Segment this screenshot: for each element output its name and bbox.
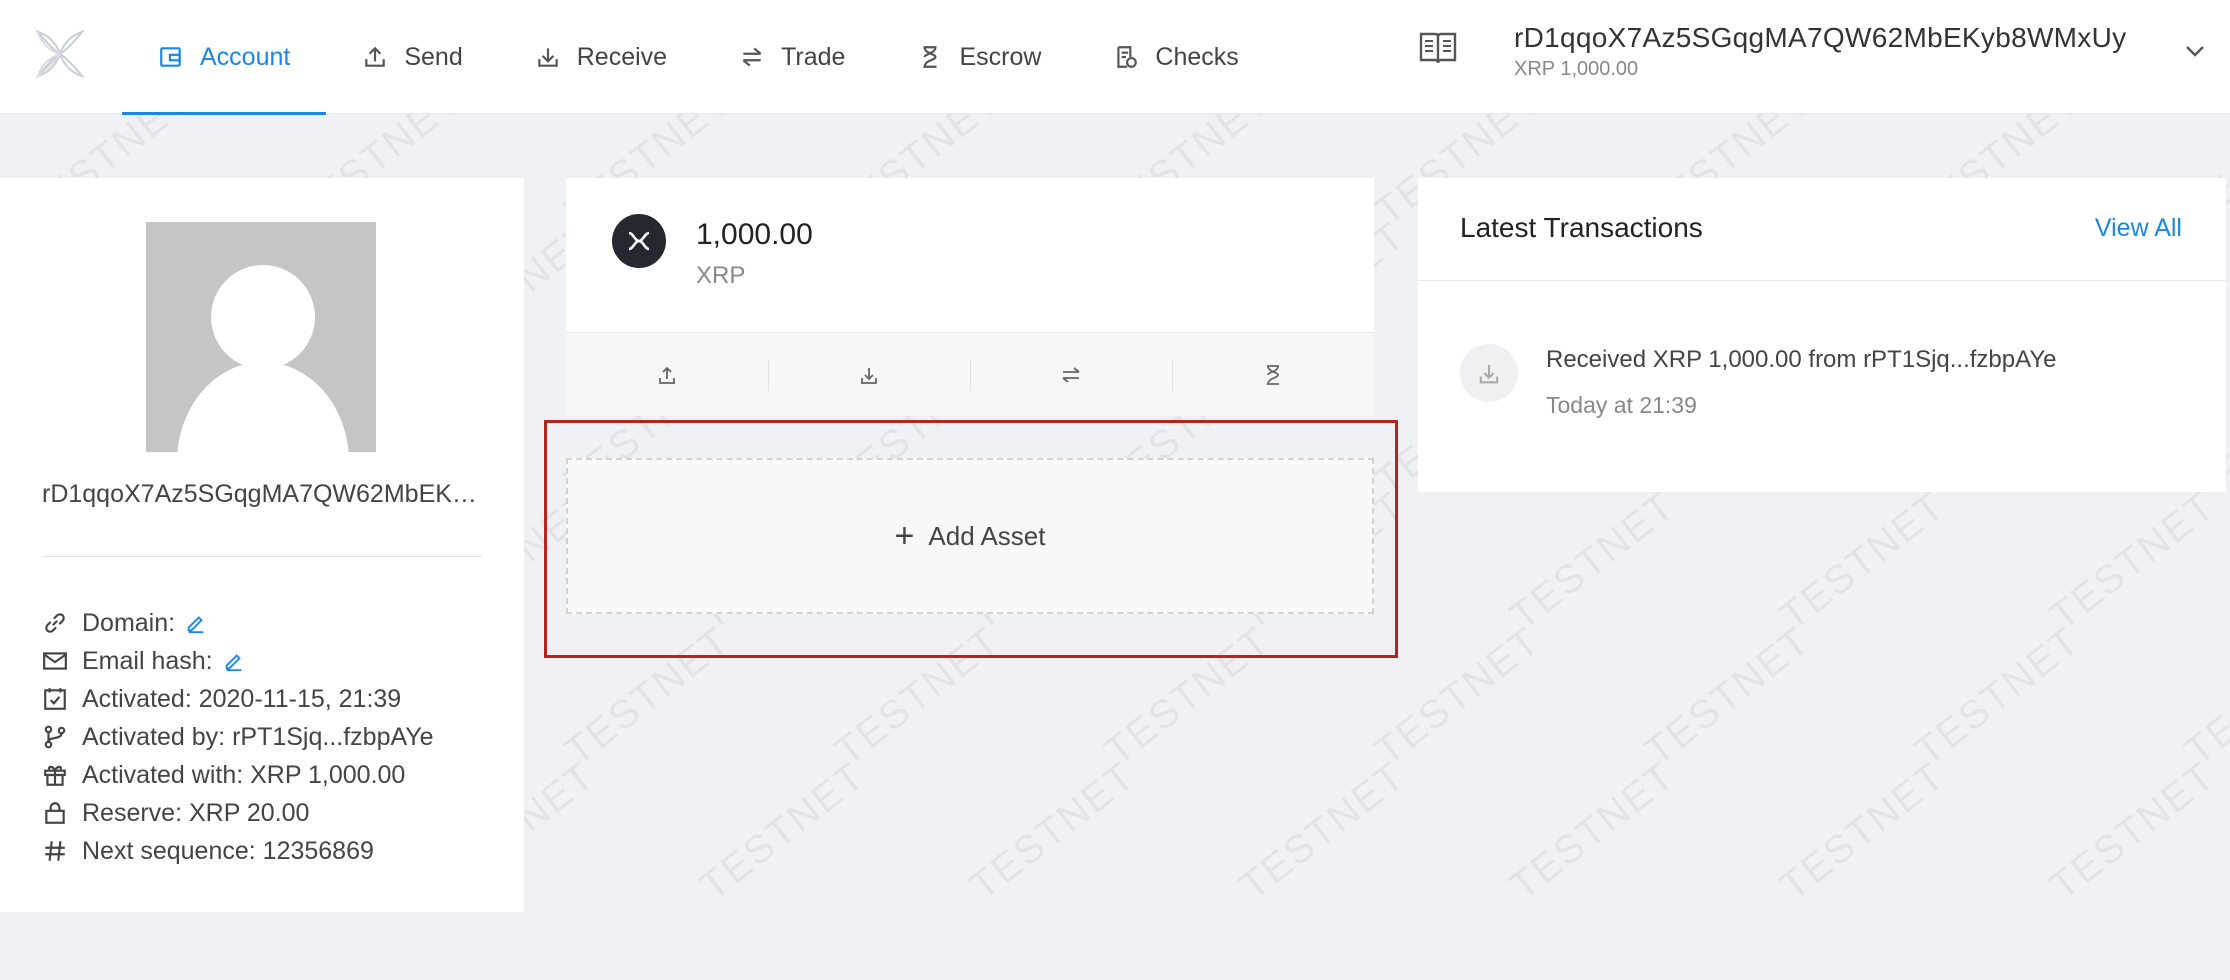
nav-account[interactable]: Account (122, 0, 327, 115)
info-activated-text: Activated: 2020-11-15, 21:39 (82, 684, 402, 713)
watermark-text: TESTNET (1501, 753, 1684, 909)
transaction-description: Received XRP 1,000.00 from rPT1Sjq...fzb… (1546, 346, 2057, 373)
watermark-text: TESTNET (1231, 753, 1414, 909)
nav-escrow-label: Escrow (959, 42, 1042, 71)
watermark-text: TESTNET (2176, 618, 2230, 774)
view-all-link[interactable]: View All (2095, 214, 2182, 243)
watermark-text: TESTNET (1501, 483, 1684, 639)
transaction-row[interactable]: Received XRP 1,000.00 from rPT1Sjq...fzb… (1460, 344, 2184, 424)
watermark-text: TESTNET (961, 753, 1144, 909)
nav-checks-label: Checks (1155, 42, 1239, 71)
upload-icon (362, 44, 388, 70)
info-reserve: Reserve: XRP 20.00 (42, 794, 434, 832)
asset-trade-button[interactable] (970, 333, 1172, 417)
xrp-logo-icon (612, 214, 666, 268)
calendar-check-icon (42, 686, 68, 712)
swap-icon (739, 44, 765, 70)
account-balance: XRP 1,000.00 (1514, 58, 1639, 80)
download-icon (535, 44, 561, 70)
info-activated-with: Activated with: XRP 1,000.00 (42, 756, 434, 794)
info-next-sequence-text: Next sequence: 12356869 (82, 836, 374, 865)
transaction-time: Today at 21:39 (1546, 392, 1697, 418)
lock-icon (42, 800, 68, 826)
check-document-icon (1113, 44, 1139, 70)
account-info-list: Domain: Email hash: Activated: 2020-11-1… (42, 604, 434, 870)
hash-icon (42, 838, 68, 864)
edit-email-hash-icon[interactable] (223, 650, 245, 672)
watermark-text: TESTNET (1771, 483, 1954, 639)
hourglass-icon (1261, 363, 1285, 387)
info-next-sequence: Next sequence: 12356869 (42, 832, 434, 870)
info-activated-by-text[interactable]: Activated by: rPT1Sjq...fzbpAYe (82, 723, 434, 752)
transactions-title: Latest Transactions (1460, 212, 1703, 243)
info-domain-label: Domain: (82, 608, 176, 637)
nav-receive-label: Receive (576, 42, 668, 71)
profile-address: rD1qqoX7Az5SGqgMA7QW62MbEKyb8WMxUy (42, 480, 482, 508)
watermark-text: TESTNET (1906, 618, 2089, 774)
asset-amount: 1,000.00 (696, 218, 813, 251)
asset-actions (566, 332, 1374, 416)
watermark-text: TESTNET (1636, 618, 1819, 774)
wallet-icon (158, 44, 184, 70)
nav-receive[interactable]: Receive (499, 0, 703, 114)
add-asset-label: Add Asset (928, 520, 1046, 551)
nav-trade[interactable]: Trade (703, 0, 881, 114)
watermark-text: TESTNET (1771, 753, 1954, 909)
upload-icon (655, 363, 679, 387)
watermark-text: TESTNET (691, 753, 874, 909)
download-icon (857, 363, 881, 387)
asset-send-button[interactable] (566, 333, 768, 417)
add-asset-button[interactable]: + Add Asset (566, 458, 1374, 614)
info-domain: Domain: (42, 604, 434, 642)
link-icon (42, 610, 68, 636)
info-email-hash-label: Email hash: (82, 646, 213, 675)
latest-transactions-card: Latest Transactions View All Received XR… (1418, 178, 2226, 492)
app-logo[interactable] (32, 26, 88, 82)
info-activated-with-text: Activated with: XRP 1,000.00 (82, 760, 406, 789)
swap-icon (1059, 363, 1083, 387)
account-selector[interactable]: rD1qqoX7Az5SGqgMA7QW62MbEKyb8WMxUy XRP 1… (1514, 22, 2126, 81)
address-book-icon[interactable] (1418, 30, 1458, 66)
gift-icon (42, 762, 68, 788)
info-reserve-text: Reserve: XRP 20.00 (82, 798, 310, 827)
main-nav: Account Send Receive Trade Escrow Checks (122, 0, 1275, 115)
asset-escrow-button[interactable] (1172, 333, 1374, 417)
nav-send-label: Send (404, 42, 463, 71)
asset-receive-button[interactable] (768, 333, 970, 417)
info-activated-by: Activated by: rPT1Sjq...fzbpAYe (42, 718, 434, 756)
xrp-asset-card: 1,000.00 XRP (566, 178, 1374, 416)
nav-trade-label: Trade (781, 42, 846, 71)
nav-checks[interactable]: Checks (1077, 0, 1274, 114)
info-activated: Activated: 2020-11-15, 21:39 (42, 680, 434, 718)
avatar (146, 222, 376, 452)
branch-icon (42, 724, 68, 750)
nav-account-label: Account (200, 42, 291, 71)
info-email-hash: Email hash: (42, 642, 434, 680)
edit-domain-icon[interactable] (185, 612, 207, 634)
watermark-text: TESTNET (2041, 753, 2224, 909)
profile-divider (42, 556, 482, 557)
mail-icon (42, 648, 68, 674)
chevron-down-icon[interactable] (2184, 44, 2206, 58)
profile-card: rD1qqoX7Az5SGqgMA7QW62MbEKyb8WMxUy Domai… (0, 178, 524, 912)
transactions-divider (1418, 280, 2226, 281)
plus-icon: + (894, 517, 915, 555)
account-address: rD1qqoX7Az5SGqgMA7QW62MbEKyb8WMxUy (1514, 22, 2127, 53)
top-header: Account Send Receive Trade Escrow Checks… (0, 0, 2230, 115)
watermark-text: TESTNET (2041, 483, 2224, 639)
nav-escrow[interactable]: Escrow (881, 0, 1077, 114)
nav-send[interactable]: Send (326, 0, 498, 114)
download-icon (1460, 344, 1518, 402)
hourglass-icon (917, 44, 943, 70)
asset-currency: XRP (696, 262, 746, 289)
